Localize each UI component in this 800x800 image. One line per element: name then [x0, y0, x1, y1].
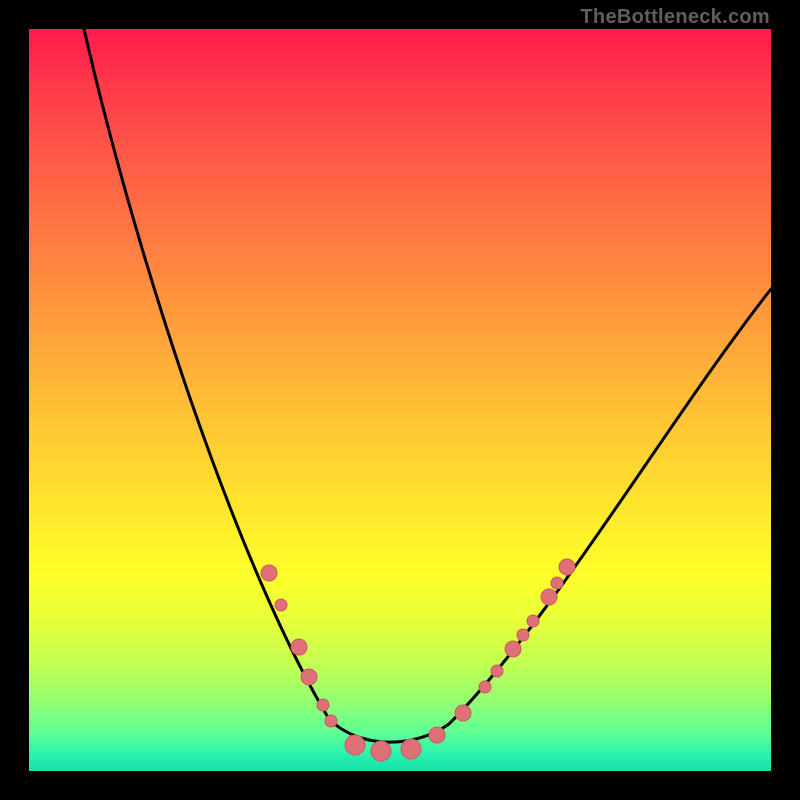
curve-marker — [479, 681, 491, 693]
attribution-label: TheBottleneck.com — [580, 6, 770, 29]
curve-marker — [325, 715, 337, 727]
curve-marker — [429, 727, 445, 743]
curve-marker — [541, 589, 557, 605]
curve-marker — [261, 565, 277, 581]
curve-marker — [527, 615, 539, 627]
curve-marker — [291, 639, 307, 655]
marker-group — [261, 559, 575, 761]
curve-marker — [551, 577, 563, 589]
chart-container: TheBottleneck.com — [0, 0, 800, 800]
curve-marker — [275, 599, 287, 611]
curve-marker — [517, 629, 529, 641]
curve-marker — [559, 559, 575, 575]
plot-area — [29, 29, 771, 771]
curve-marker — [345, 735, 365, 755]
curve-marker — [401, 739, 421, 759]
curve-marker — [301, 669, 317, 685]
curve-marker — [491, 665, 503, 677]
curve-marker — [371, 741, 391, 761]
curve-marker — [317, 699, 329, 711]
curve-marker — [505, 641, 521, 657]
curve-svg — [29, 29, 771, 771]
curve-marker — [455, 705, 471, 721]
bottleneck-curve — [84, 29, 771, 742]
